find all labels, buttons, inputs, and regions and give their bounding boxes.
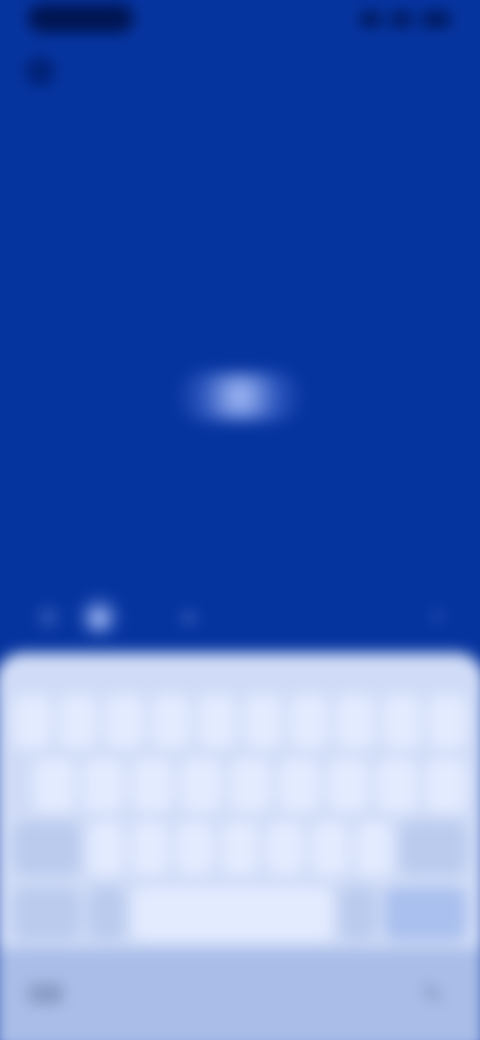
keyboard-switch-button[interactable]: ⌨ [28, 977, 63, 1012]
handwriting-icon: ✎ [422, 980, 444, 1009]
phone-screen: ‹ ☺ ◉ ⌁ ◦ ⌨ ✎ [0, 0, 480, 1040]
key[interactable] [290, 695, 329, 749]
center-action-button[interactable] [178, 372, 302, 422]
space-key[interactable] [133, 887, 333, 941]
key[interactable] [278, 758, 320, 812]
key[interactable] [180, 758, 222, 812]
signal-icon [360, 12, 381, 27]
key[interactable] [425, 758, 467, 812]
keyboard-icon: ⌨ [27, 980, 63, 1009]
attachment-button[interactable]: ⌁ [171, 599, 208, 636]
status-icons [360, 8, 451, 30]
key[interactable] [176, 821, 214, 875]
key[interactable] [82, 758, 124, 812]
key[interactable] [336, 695, 375, 749]
key[interactable] [382, 695, 421, 749]
mic-icon: ◦ [433, 602, 443, 631]
key[interactable] [221, 821, 259, 875]
attachment-icon: ⌁ [181, 603, 197, 631]
key[interactable] [13, 695, 52, 749]
key[interactable] [355, 821, 393, 875]
emoji-button[interactable]: ☺ [30, 599, 67, 636]
key[interactable] [105, 695, 144, 749]
gif-icon: ◉ [88, 603, 110, 631]
key[interactable] [87, 821, 125, 875]
mic-button[interactable]: ◦ [420, 599, 457, 636]
key[interactable] [197, 695, 236, 749]
keyboard-nav-bar: ⌨ ✎ [0, 948, 480, 1040]
key[interactable] [151, 695, 190, 749]
back-arrow-icon: ‹ [36, 59, 44, 82]
keyboard-row-1 [13, 695, 467, 749]
keyboard-row-4 [13, 887, 467, 941]
key[interactable] [132, 821, 169, 875]
key[interactable] [327, 758, 369, 812]
key[interactable] [33, 758, 75, 812]
status-time-pill [27, 3, 134, 33]
key[interactable] [266, 821, 303, 875]
key[interactable] [311, 821, 348, 875]
key[interactable] [376, 758, 418, 812]
symbols-key[interactable] [13, 887, 80, 941]
key[interactable] [131, 758, 173, 812]
period-key[interactable] [340, 887, 378, 941]
main-content-area[interactable] [0, 81, 480, 652]
backspace-key[interactable] [400, 821, 467, 875]
battery-icon [421, 12, 451, 27]
wifi-icon [390, 12, 412, 27]
comma-key[interactable] [88, 887, 125, 941]
keyboard-row-2 [14, 758, 467, 812]
status-bar [0, 0, 480, 51]
handwriting-button[interactable]: ✎ [415, 977, 450, 1012]
keyboard-toolbar: ☺ ◉ ⌁ ◦ [0, 586, 480, 657]
shift-key[interactable] [13, 821, 80, 875]
enter-key[interactable] [385, 887, 467, 941]
gif-button[interactable]: ◉ [80, 598, 118, 636]
key[interactable] [428, 695, 467, 749]
key[interactable] [229, 758, 271, 812]
key[interactable] [59, 695, 98, 749]
emoji-icon: ☺ [35, 602, 61, 631]
keyboard-row-3 [13, 821, 467, 875]
key[interactable] [244, 695, 283, 749]
